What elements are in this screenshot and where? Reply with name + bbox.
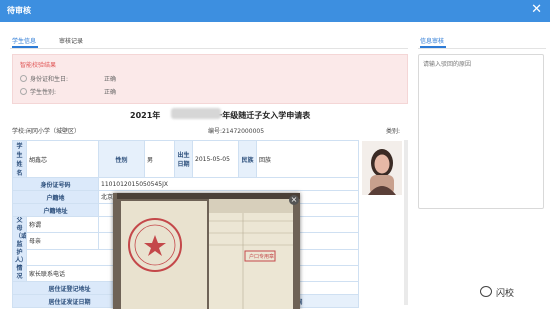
birth-label: 出生日期 [174, 140, 194, 178]
mother-label: 母亲 [25, 232, 100, 250]
tabs-divider [10, 48, 408, 49]
review-reason-input[interactable] [418, 54, 544, 209]
ethnicity-label: 民族 [238, 140, 258, 178]
family-contact-label: 家长联系电话 [25, 264, 128, 283]
id-value: 1101012015050545JX [98, 177, 360, 191]
gender-label: 性别 [98, 140, 146, 178]
dialog-title: 待审核 [7, 6, 31, 15]
category-field: 类别: [386, 126, 400, 135]
number-field: 编号:21472000005 [208, 126, 264, 135]
radio-icon [20, 88, 27, 95]
tab-student-info[interactable]: 学生信息 [12, 36, 36, 45]
school-field: 学校:闲冈小学（城壁区） [12, 126, 80, 135]
guardian-label: 父母（或监护人）情况 [12, 216, 27, 282]
alert-item-label: 身份证和生日: [30, 76, 69, 83]
residence-date-label: 居住证发证日期 [11, 294, 128, 308]
scrollbar[interactable] [404, 140, 408, 305]
dialog-titlebar: 待审核 ✕ [0, 0, 550, 22]
alert-heading: 智能校验结果 [20, 62, 57, 69]
tab-info-review[interactable]: 信息审核 [420, 36, 444, 45]
hukou-address-label: 户籍地址 [11, 203, 100, 217]
category-label: 类别: [386, 128, 401, 135]
student-name-value: 胡鑫芯 [25, 140, 100, 178]
alert-item-status: 正确 [104, 76, 117, 83]
tab-review-records[interactable]: 审核记录 [59, 36, 83, 45]
school-value: 闲冈小学（城壁区） [26, 128, 81, 135]
chat-icon [480, 286, 492, 297]
document-preview[interactable]: 户口专用章 [113, 193, 300, 309]
residence-reg-label: 居住证登记地址 [11, 281, 128, 295]
close-icon[interactable]: ✕ [531, 3, 542, 17]
form-title-suffix: 一年级随迁子女入学申请表 [214, 111, 311, 120]
number-value: 21472000005 [222, 128, 265, 135]
radio-icon [20, 75, 27, 82]
number-label: 编号: [208, 128, 223, 135]
alert-item-status: 正确 [104, 89, 117, 96]
alert-item: 身份证和生日: 正确 [20, 74, 116, 83]
birth-value: 2015-05-05 [192, 140, 240, 178]
watermark: 闪校 [480, 286, 514, 299]
watermark-text: 闪校 [496, 289, 515, 299]
redacted-block [171, 108, 221, 119]
ethnicity-value: 回族 [256, 140, 360, 178]
stamp-label: 户口专用章 [249, 254, 275, 260]
alert-item: 学生性别: 正确 [20, 87, 116, 96]
school-label: 学校: [12, 128, 27, 135]
side-tabs-divider [418, 48, 546, 49]
alert-item-label: 学生性别: [30, 89, 57, 96]
hukou-label: 户籍地 [11, 190, 100, 204]
preview-close-button[interactable]: × [289, 195, 299, 205]
relation-label: 称谓 [25, 215, 100, 234]
gender-value: 男 [144, 140, 176, 178]
validation-alert: 智能校验结果 身份证和生日: 正确 学生性别: 正确 [12, 54, 408, 104]
form-title-prefix: 2021年 [130, 111, 161, 120]
student-name-label: 学生姓名 [12, 140, 27, 178]
id-label: 身份证号码 [11, 177, 100, 191]
student-photo[interactable] [362, 141, 402, 195]
